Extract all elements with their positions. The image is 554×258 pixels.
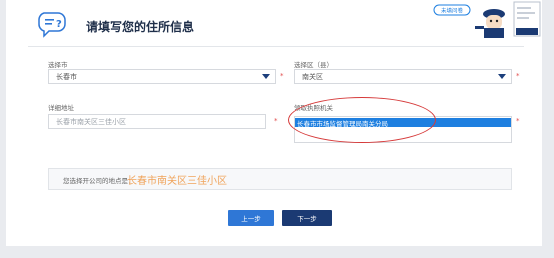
chat-form-icon: ?	[38, 12, 66, 38]
required-marker: *	[516, 117, 520, 125]
highlight-annotation	[288, 97, 436, 143]
address-input-placeholder: 长春市南关区三佳小区	[56, 118, 126, 126]
chevron-down-icon	[262, 74, 270, 79]
page-title: 请填写您的住所信息	[86, 20, 195, 34]
next-button[interactable]: 下一步	[282, 210, 332, 226]
required-marker: *	[516, 72, 520, 80]
chevron-down-icon	[498, 74, 506, 79]
form-card: ? 请填写您的住所信息 未填问卷 选择市 长春市 * 选择区（县） 南关区 * …	[6, 0, 542, 246]
police-mascot-illustration: 未填问卷	[433, 1, 541, 38]
district-select-value: 南关区	[302, 73, 323, 81]
required-marker: *	[280, 72, 284, 80]
city-label: 选择市	[48, 61, 68, 69]
address-label: 详细地址	[48, 104, 74, 112]
header-divider	[28, 46, 524, 47]
next-button-label: 下一步	[297, 215, 317, 223]
location-summary-label: 您选择开公司的地点是：	[63, 177, 135, 185]
district-label: 选择区（县）	[294, 61, 333, 69]
district-select[interactable]: 南关区	[294, 69, 512, 84]
location-summary-value: 长春市南关区三佳小区	[127, 176, 227, 187]
prev-button[interactable]: 上一步	[228, 210, 274, 226]
header: ? 请填写您的住所信息 未填问卷	[6, 0, 542, 50]
required-marker: *	[274, 117, 278, 125]
prev-button-label: 上一步	[241, 215, 261, 223]
location-summary: 您选择开公司的地点是： 长春市南关区三佳小区	[48, 168, 512, 190]
status-badge: 未填问卷	[441, 7, 464, 15]
city-select[interactable]: 长春市	[48, 69, 276, 84]
city-select-value: 长春市	[56, 73, 77, 81]
address-input[interactable]: 长春市南关区三佳小区	[48, 114, 266, 129]
svg-text:?: ?	[56, 19, 62, 30]
